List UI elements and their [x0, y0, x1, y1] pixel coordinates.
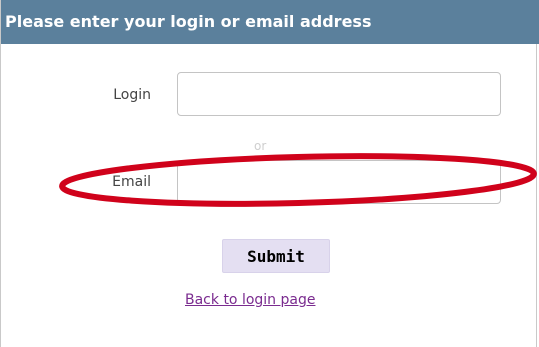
login-label: Login: [113, 87, 151, 103]
login-input[interactable]: [177, 72, 501, 116]
back-to-login-link[interactable]: Back to login page: [185, 292, 315, 308]
submit-button[interactable]: Submit: [222, 239, 330, 273]
login-recovery-panel: Please enter your login or email address…: [0, 0, 539, 347]
email-input[interactable]: [177, 160, 501, 204]
or-separator-text: or: [254, 139, 267, 153]
panel-header: Please enter your login or email address: [1, 0, 539, 44]
email-label: Email: [112, 174, 151, 190]
